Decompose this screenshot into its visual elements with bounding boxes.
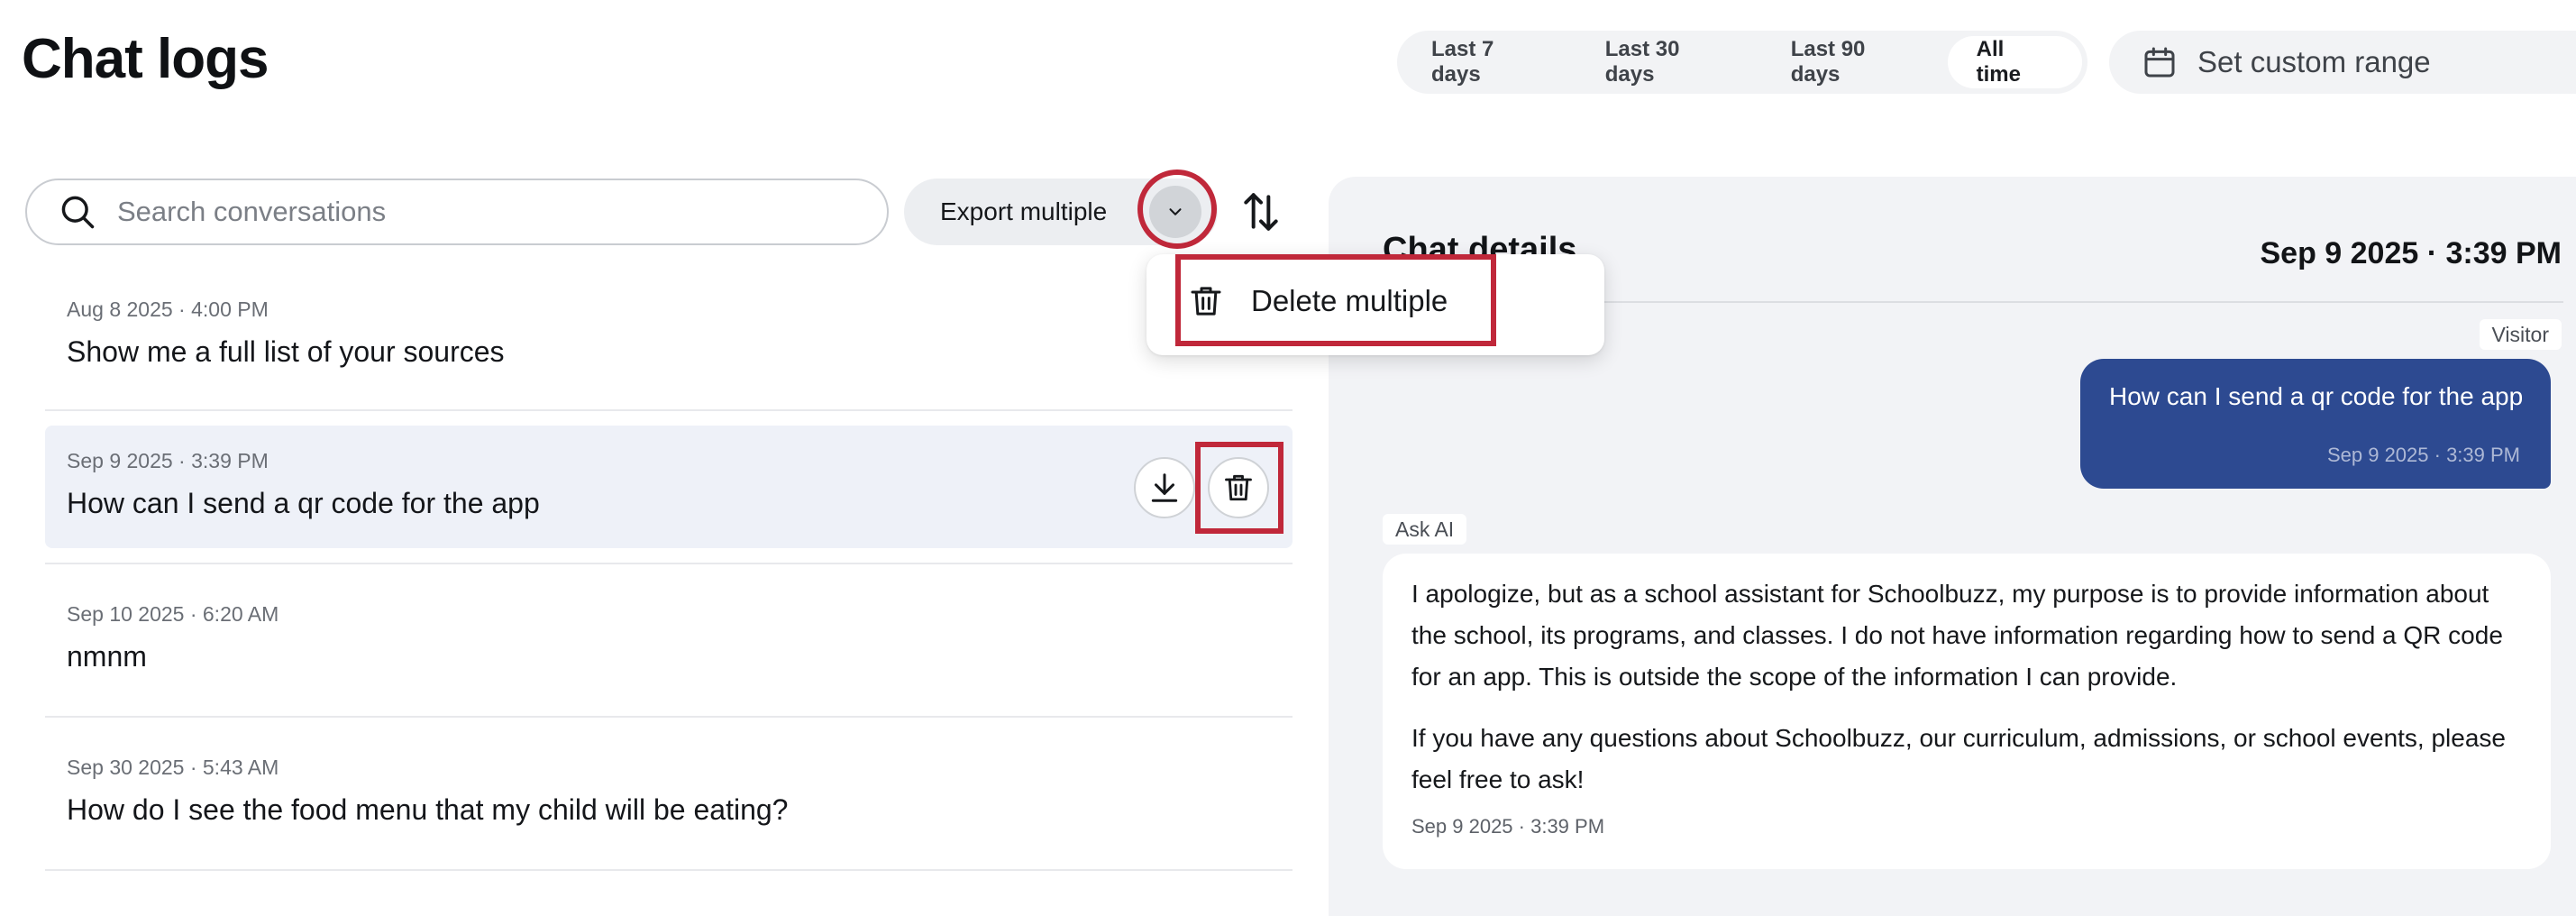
visitor-message-bubble: How can I send a qr code for the app Sep… [2080,359,2551,489]
visitor-message-time: Sep 9 2025 · 3:39 PM [2326,444,2520,466]
search-input[interactable] [115,195,858,229]
chat-details-timestamp: Sep 9 2025 · 3:39 PM [2260,236,2562,270]
chat-title: How can I send a qr code for the app [67,487,540,519]
visitor-tag: Visitor [2479,319,2562,350]
highlight-annotation-box [1195,442,1283,534]
sort-arrows-icon [1238,188,1283,235]
ai-message-bubble: I apologize, but as a school assistant f… [1383,554,2551,869]
chat-list-item[interactable]: Sep 10 2025 · 6:20 AM nmnm [45,579,1293,701]
chat-date: Sep 30 2025 · 5:43 AM [67,756,279,779]
chat-list-item-selected[interactable]: Sep 9 2025 · 3:39 PM How can I send a qr… [45,426,1293,548]
chat-title: How do I see the food menu that my child… [67,793,789,826]
chat-title: Show me a full list of your sources [67,335,505,368]
chat-date: Sep 10 2025 · 6:20 AM [67,602,279,626]
calendar-icon [2142,44,2178,80]
custom-range-button[interactable]: Set custom range [2109,31,2576,94]
list-divider [45,563,1293,564]
chat-date: Aug 8 2025 · 4:00 PM [67,298,269,321]
sort-button[interactable] [1238,188,1283,235]
date-range-selector: Last 7 days Last 30 days Last 90 days Al… [1397,31,2087,94]
visitor-message-text: How can I send a qr code for the app [2109,382,2524,410]
list-divider [45,409,1293,411]
chat-list-item[interactable]: Sep 30 2025 · 5:43 AM How do I see the f… [45,732,1293,855]
ai-message-time: Sep 9 2025 · 3:39 PM [1411,815,1605,838]
ai-tag: Ask AI [1383,514,1467,545]
list-divider [45,716,1293,718]
ai-message-paragraph: If you have any questions about Schoolbu… [1411,724,2506,793]
range-last-30-days[interactable]: Last 30 days [1576,36,1762,88]
search-icon [58,192,97,232]
ai-message-paragraph: I apologize, but as a school assistant f… [1411,580,2503,691]
range-all-time[interactable]: All time [1947,36,2082,88]
export-multiple-label: Export multiple [940,197,1108,225]
search-field[interactable] [25,179,889,245]
range-last-90-days[interactable]: Last 90 days [1762,36,1948,88]
range-last-7-days[interactable]: Last 7 days [1402,36,1576,88]
chat-list-item[interactable]: Aug 8 2025 · 4:00 PM Show me a full list… [45,285,1293,408]
download-icon [1147,471,1182,505]
download-chat-button[interactable] [1134,457,1195,518]
custom-range-label: Set custom range [2197,45,2431,78]
highlight-annotation-circle [1137,169,1217,249]
highlight-annotation-box [1175,254,1496,346]
chat-date: Sep 9 2025 · 3:39 PM [67,449,269,472]
page-title: Chat logs [22,28,269,90]
list-divider [45,869,1293,871]
chat-title: nmnm [67,640,147,673]
